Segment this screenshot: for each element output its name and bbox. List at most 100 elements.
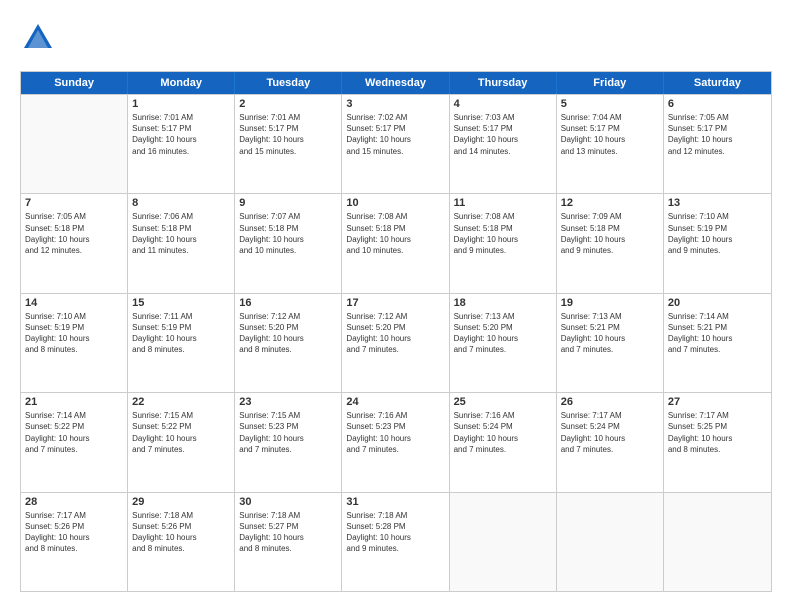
day-number: 18	[454, 297, 552, 309]
cell-info: Sunrise: 7:01 AM Sunset: 5:17 PM Dayligh…	[132, 112, 230, 157]
calendar-header: SundayMondayTuesdayWednesdayThursdayFrid…	[21, 72, 771, 94]
cell-info: Sunrise: 7:11 AM Sunset: 5:19 PM Dayligh…	[132, 311, 230, 356]
cell-info: Sunrise: 7:02 AM Sunset: 5:17 PM Dayligh…	[346, 112, 444, 157]
day-number: 6	[668, 98, 767, 110]
calendar-cell-day-30: 30Sunrise: 7:18 AM Sunset: 5:27 PM Dayli…	[235, 493, 342, 591]
calendar-cell-day-7: 7 Sunrise: 7:05 AM Sunset: 5:18 PM Daylig…	[21, 194, 128, 292]
cell-info: Sunrise: 7:17 AM Sunset: 5:26 PM Dayligh…	[25, 510, 123, 555]
cell-info: Sunrise: 7:16 AM Sunset: 5:24 PM Dayligh…	[454, 410, 552, 455]
calendar-cell-day-28: 28 Sunrise: 7:17 AM Sunset: 5:26 PM Dayli…	[21, 493, 128, 591]
cell-info: Sunrise: 7:15 AM Sunset: 5:23 PM Dayligh…	[239, 410, 337, 455]
logo	[20, 20, 60, 61]
calendar: SundayMondayTuesdayWednesdayThursdayFrid…	[20, 71, 772, 592]
header-day-wednesday: Wednesday	[342, 72, 449, 94]
calendar-cell-empty-4-5	[557, 493, 664, 591]
calendar-cell-day-8: 8 Sunrise: 7:06 AM Sunset: 5:18 PM Daylig…	[128, 194, 235, 292]
day-number: 24	[346, 396, 444, 408]
calendar-cell-day-13: 13 Sunrise: 7:10 AM Sunset: 5:19 PM Dayli…	[664, 194, 771, 292]
day-number: 1	[132, 98, 230, 110]
cell-info: Sunrise: 7:01 AM Sunset: 5:17 PM Dayligh…	[239, 112, 337, 157]
cell-info: Sunrise: 7:17 AM Sunset: 5:25 PM Dayligh…	[668, 410, 767, 455]
cell-info: Sunrise: 7:18 AM Sunset: 5:26 PM Dayligh…	[132, 510, 230, 555]
cell-info: Sunrise: 7:14 AM Sunset: 5:21 PM Dayligh…	[668, 311, 767, 356]
calendar-cell-day-26: 26Sunrise: 7:17 AM Sunset: 5:24 PM Dayli…	[557, 393, 664, 491]
header-day-friday: Friday	[557, 72, 664, 94]
cell-info: Sunrise: 7:17 AM Sunset: 5:24 PM Dayligh…	[561, 410, 659, 455]
logo-icon	[20, 20, 56, 56]
cell-info: Sunrise: 7:06 AM Sunset: 5:18 PM Dayligh…	[132, 211, 230, 256]
calendar-cell-day-25: 25 Sunrise: 7:16 AM Sunset: 5:24 PM Dayli…	[450, 393, 557, 491]
cell-info: Sunrise: 7:15 AM Sunset: 5:22 PM Dayligh…	[132, 410, 230, 455]
day-number: 8	[132, 197, 230, 209]
cell-info: Sunrise: 7:14 AM Sunset: 5:22 PM Dayligh…	[25, 410, 123, 455]
calendar-cell-day-18: 18Sunrise: 7:13 AM Sunset: 5:20 PM Dayli…	[450, 294, 557, 392]
cell-info: Sunrise: 7:13 AM Sunset: 5:21 PM Dayligh…	[561, 311, 659, 356]
calendar-row-2: 14 Sunrise: 7:10 AM Sunset: 5:19 PM Dayli…	[21, 293, 771, 392]
cell-info: Sunrise: 7:18 AM Sunset: 5:28 PM Dayligh…	[346, 510, 444, 555]
calendar-cell-day-4: 4 Sunrise: 7:03 AM Sunset: 5:17 PM Daylig…	[450, 95, 557, 193]
day-number: 14	[25, 297, 123, 309]
header-day-sunday: Sunday	[21, 72, 128, 94]
cell-info: Sunrise: 7:03 AM Sunset: 5:17 PM Dayligh…	[454, 112, 552, 157]
calendar-cell-day-6: 6Sunrise: 7:05 AM Sunset: 5:17 PM Daylig…	[664, 95, 771, 193]
calendar-cell-empty-4-6	[664, 493, 771, 591]
cell-info: Sunrise: 7:05 AM Sunset: 5:18 PM Dayligh…	[25, 211, 123, 256]
day-number: 25	[454, 396, 552, 408]
calendar-cell-day-31: 31 Sunrise: 7:18 AM Sunset: 5:28 PM Dayli…	[342, 493, 449, 591]
header-day-tuesday: Tuesday	[235, 72, 342, 94]
calendar-row-3: 21 Sunrise: 7:14 AM Sunset: 5:22 PM Dayli…	[21, 392, 771, 491]
day-number: 27	[668, 396, 767, 408]
day-number: 3	[346, 98, 444, 110]
day-number: 21	[25, 396, 123, 408]
cell-info: Sunrise: 7:10 AM Sunset: 5:19 PM Dayligh…	[668, 211, 767, 256]
calendar-cell-day-19: 19Sunrise: 7:13 AM Sunset: 5:21 PM Dayli…	[557, 294, 664, 392]
calendar-cell-day-23: 23 Sunrise: 7:15 AM Sunset: 5:23 PM Dayli…	[235, 393, 342, 491]
calendar-cell-day-29: 29 Sunrise: 7:18 AM Sunset: 5:26 PM Dayli…	[128, 493, 235, 591]
page: SundayMondayTuesdayWednesdayThursdayFrid…	[0, 0, 792, 612]
calendar-cell-day-3: 3 Sunrise: 7:02 AM Sunset: 5:17 PM Daylig…	[342, 95, 449, 193]
day-number: 13	[668, 197, 767, 209]
header-day-thursday: Thursday	[450, 72, 557, 94]
day-number: 15	[132, 297, 230, 309]
header	[20, 20, 772, 61]
day-number: 28	[25, 496, 123, 508]
calendar-cell-day-10: 10 Sunrise: 7:08 AM Sunset: 5:18 PM Dayli…	[342, 194, 449, 292]
calendar-cell-day-1: 1 Sunrise: 7:01 AM Sunset: 5:17 PM Daylig…	[128, 95, 235, 193]
calendar-row-0: 1 Sunrise: 7:01 AM Sunset: 5:17 PM Daylig…	[21, 94, 771, 193]
day-number: 11	[454, 197, 552, 209]
day-number: 31	[346, 496, 444, 508]
cell-info: Sunrise: 7:10 AM Sunset: 5:19 PM Dayligh…	[25, 311, 123, 356]
cell-info: Sunrise: 7:12 AM Sunset: 5:20 PM Dayligh…	[239, 311, 337, 356]
calendar-cell-day-27: 27 Sunrise: 7:17 AM Sunset: 5:25 PM Dayli…	[664, 393, 771, 491]
calendar-cell-day-15: 15 Sunrise: 7:11 AM Sunset: 5:19 PM Dayli…	[128, 294, 235, 392]
day-number: 30	[239, 496, 337, 508]
cell-info: Sunrise: 7:16 AM Sunset: 5:23 PM Dayligh…	[346, 410, 444, 455]
day-number: 4	[454, 98, 552, 110]
day-number: 12	[561, 197, 659, 209]
cell-info: Sunrise: 7:12 AM Sunset: 5:20 PM Dayligh…	[346, 311, 444, 356]
calendar-row-1: 7 Sunrise: 7:05 AM Sunset: 5:18 PM Daylig…	[21, 193, 771, 292]
calendar-cell-day-5: 5Sunrise: 7:04 AM Sunset: 5:17 PM Daylig…	[557, 95, 664, 193]
calendar-cell-day-11: 11 Sunrise: 7:08 AM Sunset: 5:18 PM Dayli…	[450, 194, 557, 292]
cell-info: Sunrise: 7:04 AM Sunset: 5:17 PM Dayligh…	[561, 112, 659, 157]
day-number: 7	[25, 197, 123, 209]
header-day-monday: Monday	[128, 72, 235, 94]
calendar-cell-day-24: 24 Sunrise: 7:16 AM Sunset: 5:23 PM Dayli…	[342, 393, 449, 491]
cell-info: Sunrise: 7:09 AM Sunset: 5:18 PM Dayligh…	[561, 211, 659, 256]
calendar-cell-day-14: 14 Sunrise: 7:10 AM Sunset: 5:19 PM Dayli…	[21, 294, 128, 392]
day-number: 2	[239, 98, 337, 110]
calendar-cell-day-20: 20 Sunrise: 7:14 AM Sunset: 5:21 PM Dayli…	[664, 294, 771, 392]
day-number: 17	[346, 297, 444, 309]
cell-info: Sunrise: 7:08 AM Sunset: 5:18 PM Dayligh…	[346, 211, 444, 256]
day-number: 29	[132, 496, 230, 508]
calendar-cell-day-17: 17 Sunrise: 7:12 AM Sunset: 5:20 PM Dayli…	[342, 294, 449, 392]
day-number: 10	[346, 197, 444, 209]
calendar-cell-day-22: 22 Sunrise: 7:15 AM Sunset: 5:22 PM Dayli…	[128, 393, 235, 491]
day-number: 16	[239, 297, 337, 309]
calendar-body: 1 Sunrise: 7:01 AM Sunset: 5:17 PM Daylig…	[21, 94, 771, 591]
cell-info: Sunrise: 7:08 AM Sunset: 5:18 PM Dayligh…	[454, 211, 552, 256]
day-number: 23	[239, 396, 337, 408]
day-number: 20	[668, 297, 767, 309]
calendar-cell-day-9: 9Sunrise: 7:07 AM Sunset: 5:18 PM Daylig…	[235, 194, 342, 292]
day-number: 22	[132, 396, 230, 408]
